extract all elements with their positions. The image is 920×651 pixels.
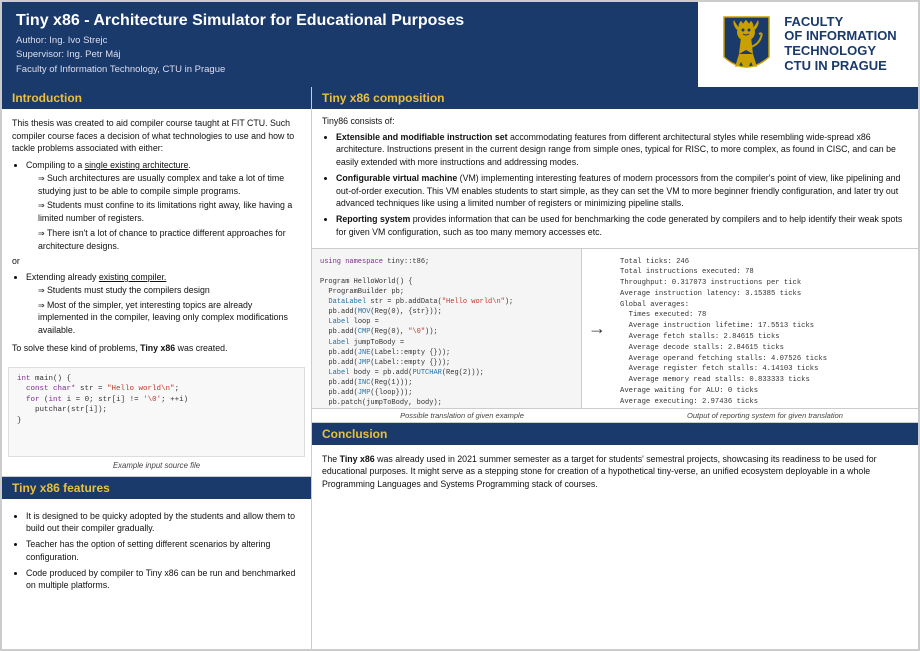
composition-section: Tiny x86 composition Tiny86 consists of:…	[312, 87, 918, 249]
composition-section-body: Tiny86 consists of: Extensible and modif…	[312, 109, 918, 248]
left-column: Introduction This thesis was created to …	[2, 87, 312, 649]
intro-or: or	[12, 255, 301, 268]
composition-item1-label: Configurable virtual machine	[336, 173, 457, 183]
header-logo: FACULTY OF INFORMATION TECHNOLOGY CTU IN…	[698, 2, 918, 87]
header-author: Author: Ing. Ivo Strejc Supervisor: Ing.…	[16, 34, 684, 77]
intro-section-body: This thesis was created to aid compiler …	[2, 109, 311, 363]
translation-captions: Possible translation of given example Ou…	[312, 409, 918, 423]
features-list: It is designed to be quicky adopted by t…	[26, 510, 301, 593]
composition-list: Extensible and modifiable instruction se…	[336, 131, 908, 239]
conclusion-text: The Tiny x86 was already used in 2021 su…	[322, 453, 908, 491]
translation-area: using namespace tiny::t86; Program Hello…	[312, 249, 918, 409]
feature-item-2: Code produced by compiler to Tiny x86 ca…	[26, 567, 301, 593]
translation-code: using namespace tiny::t86; Program Hello…	[312, 249, 582, 408]
poster: Tiny x86 - Architecture Simulator for Ed…	[0, 0, 920, 651]
intro-arrow2b: Most of the simpler, yet interesting top…	[38, 299, 301, 337]
translation-arrow-icon: →	[582, 249, 612, 408]
intro-arrow1c: There isn't a lot of chance to practice …	[38, 227, 301, 253]
composition-item-1: Configurable virtual machine (VM) implem…	[336, 172, 908, 210]
composition-intro: Tiny86 consists of:	[322, 115, 908, 128]
composition-item-2: Reporting system provides information th…	[336, 213, 908, 239]
logo-text: FACULTY OF INFORMATION TECHNOLOGY CTU IN…	[784, 15, 896, 75]
intro-arrow1a: Such architectures are usually complex a…	[38, 172, 301, 198]
translation-stats: Total ticks: 246 Total instructions exec…	[612, 249, 918, 408]
feature-item-0: It is designed to be quicky adopted by t…	[26, 510, 301, 536]
intro-arrow2a: Students must study the compilers design	[38, 284, 301, 297]
header-left: Tiny x86 - Architecture Simulator for Ed…	[2, 2, 698, 87]
features-section-header: Tiny x86 features	[2, 477, 311, 499]
intro-arrow1b: Students must confine to its limitations…	[38, 199, 301, 225]
intro-code-caption: Example input source file	[8, 461, 305, 470]
intro-section: Introduction This thesis was created to …	[2, 87, 311, 477]
intro-section-header: Introduction	[2, 87, 311, 109]
composition-item-0: Extensible and modifiable instruction se…	[336, 131, 908, 169]
right-column: Tiny x86 composition Tiny86 consists of:…	[312, 87, 918, 649]
header: Tiny x86 - Architecture Simulator for Ed…	[2, 2, 918, 87]
intro-bullet2: Extending already existing compiler. Stu…	[26, 271, 301, 337]
feature-item-1: Teacher has the option of setting differ…	[26, 538, 301, 564]
logo-faculty-line1: FACULTY OF INFORMATION TECHNOLOGY CTU IN…	[784, 15, 896, 75]
intro-bullet1: Compiling to a single existing architect…	[26, 159, 301, 252]
composition-item2-text: provides information that can be used fo…	[336, 214, 902, 237]
translation-caption-left: Possible translation of given example	[312, 409, 612, 422]
intro-arrow-list2: Students must study the compilers design…	[38, 284, 301, 337]
conclusion-section-header: Conclusion	[312, 423, 918, 445]
intro-text1: This thesis was created to aid compiler …	[12, 117, 301, 155]
intro-arrow-list1: Such architectures are usually complex a…	[38, 172, 301, 253]
translation-caption-right: Output of reporting system for given tra…	[612, 409, 918, 422]
intro-list: Compiling to a single existing architect…	[26, 159, 301, 252]
features-section: Tiny x86 features It is designed to be q…	[2, 477, 311, 650]
composition-item2-label: Reporting system	[336, 214, 410, 224]
composition-item0-label: Extensible and modifiable instruction se…	[336, 132, 508, 142]
conclusion-section-body: The Tiny x86 was already used in 2021 su…	[312, 445, 918, 499]
composition-section-header: Tiny x86 composition	[312, 87, 918, 109]
poster-title: Tiny x86 - Architecture Simulator for Ed…	[16, 12, 684, 30]
intro-list2: Extending already existing compiler. Stu…	[26, 271, 301, 337]
logo-lion-icon	[719, 12, 774, 77]
conclusion-section: Conclusion The Tiny x86 was already used…	[312, 423, 918, 650]
body: Introduction This thesis was created to …	[2, 87, 918, 649]
intro-code-block: int main() { const char* str = "Hello wo…	[8, 367, 305, 457]
intro-conclusion: To solve these kind of problems, Tiny x8…	[12, 342, 301, 355]
features-section-body: It is designed to be quicky adopted by t…	[2, 499, 311, 604]
